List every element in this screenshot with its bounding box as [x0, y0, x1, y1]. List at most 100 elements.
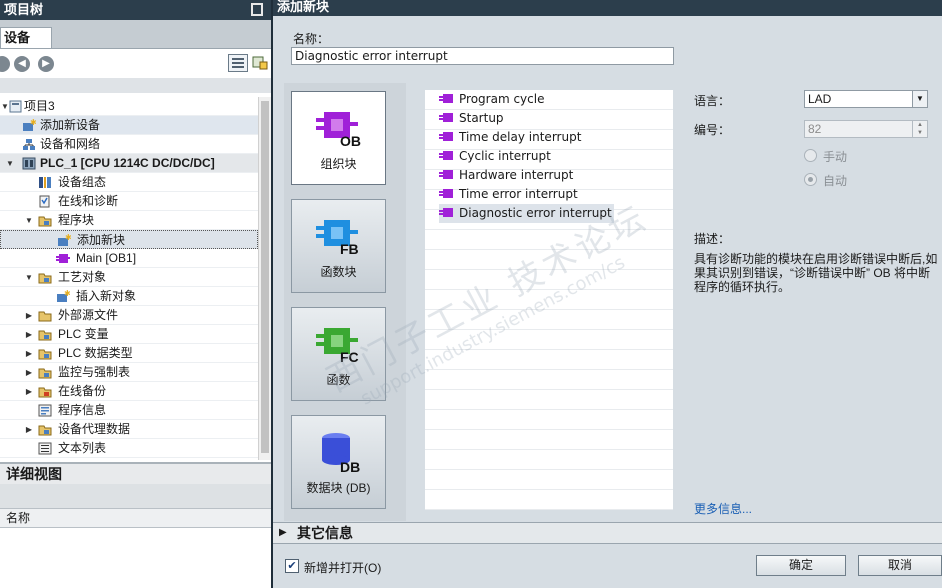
forward-icon[interactable]: ▶: [38, 56, 54, 72]
tree-item-label: 程序信息: [58, 403, 107, 417]
dialog-title: 添加新块: [273, 0, 942, 16]
list-view-icon[interactable]: [228, 54, 248, 72]
pin-icon[interactable]: [251, 3, 263, 16]
tree-item-online-diagnostics[interactable]: 在线和诊断: [0, 192, 258, 211]
folder-icon: [38, 273, 52, 284]
expand-arrow-icon[interactable]: ▶: [279, 523, 287, 543]
tree-scrollbar-thumb[interactable]: [261, 101, 269, 453]
cancel-button[interactable]: 取消: [858, 555, 942, 576]
block-type-db-button[interactable]: DB 数据块 (DB): [291, 415, 386, 509]
ok-button[interactable]: 确定: [756, 555, 846, 576]
more-info-link[interactable]: 更多信息...: [694, 500, 752, 517]
ob-block-icon: [439, 113, 453, 122]
tree-item-device-proxy-data[interactable]: ▶ 设备代理数据: [0, 420, 258, 439]
tree-item-insert-new-object[interactable]: ✱ 插入新对象: [0, 287, 258, 306]
tree-item-technology-objects[interactable]: ▼ 工艺对象: [0, 268, 258, 287]
name-label: 名称：: [293, 32, 330, 46]
ob-item-hardware-interrupt[interactable]: Hardware interrupt: [439, 166, 573, 185]
block-type-fb-button[interactable]: FB 函数块: [291, 199, 386, 293]
tree-tool-icon[interactable]: [0, 56, 10, 72]
language-select[interactable]: LAD ▼: [804, 90, 928, 108]
tree-item-text-lists[interactable]: 文本列表: [0, 439, 258, 458]
tree-item-plc-data-types[interactable]: ▶ PLC 数据类型: [0, 344, 258, 363]
tree-item-add-new-block[interactable]: ✱ 添加新块: [0, 230, 258, 249]
tree-item-label: 项目3: [24, 99, 55, 113]
block-type-fc-button[interactable]: FC 函数: [291, 307, 386, 401]
tree-item-plc-tags[interactable]: ▶ PLC 变量: [0, 325, 258, 344]
tree-item-external-sources[interactable]: ▶ 外部源文件: [0, 306, 258, 325]
expand-arrow-icon[interactable]: ▶: [24, 420, 34, 439]
expand-arrow-icon[interactable]: ▶: [24, 325, 34, 344]
manual-label: 手动: [823, 150, 848, 164]
add-new-block-dialog: 添加新块 名称： Diagnostic error interrupt OB 组…: [271, 0, 942, 588]
tree-item-add-device[interactable]: ✱ 添加新设备: [0, 116, 258, 135]
folder-icon: [38, 311, 52, 322]
svg-text:✱: ✱: [64, 290, 70, 298]
svg-text:✱: ✱: [30, 119, 36, 127]
block-type-ob-button[interactable]: OB 组织块: [291, 91, 386, 185]
chevron-down-icon[interactable]: ▼: [912, 91, 927, 107]
expand-arrow-icon[interactable]: ▶: [24, 363, 34, 382]
svg-text:DB: DB: [340, 459, 360, 474]
ob-item-diagnostic-error-interrupt[interactable]: Diagnostic error interrupt: [439, 204, 614, 223]
overview-icon[interactable]: [252, 55, 268, 71]
other-info-section[interactable]: ▶ 其它信息: [273, 522, 942, 544]
collapse-arrow-icon[interactable]: ▼: [5, 154, 15, 173]
description-text: 具有诊断功能的模块在启用诊断错误中断后,如果其识别到错误，“诊断错误中断” OB…: [694, 252, 938, 294]
ob-item-cyclic-interrupt[interactable]: Cyclic interrupt: [439, 147, 551, 166]
details-column-name[interactable]: 名称: [0, 508, 271, 528]
back-icon[interactable]: ◀: [14, 56, 30, 72]
tree-item-label: 工艺对象: [58, 270, 107, 284]
fb-block-icon: FB: [316, 220, 359, 257]
add-and-open-checkbox[interactable]: ✔: [285, 559, 299, 573]
number-spinner: ▲ ▼: [912, 121, 927, 137]
tree-toolbar: ◀ ▶: [0, 48, 271, 78]
ob-item-time-error-interrupt[interactable]: Time error interrupt: [439, 185, 578, 204]
tree-item-online-backups[interactable]: ▶ 在线备份: [0, 382, 258, 401]
tree-item-label: PLC 数据类型: [58, 346, 133, 360]
ob-item-time-delay-interrupt[interactable]: Time delay interrupt: [439, 128, 581, 147]
tree-item-label: 文本列表: [58, 441, 107, 455]
fc-block-icon: FC: [316, 328, 359, 365]
details-body: [0, 528, 271, 588]
collapse-arrow-icon[interactable]: ▼: [24, 268, 34, 287]
ob-item-startup[interactable]: Startup: [439, 109, 504, 128]
tab-devices[interactable]: 设备: [0, 27, 52, 48]
folder-icon: [38, 387, 52, 398]
expand-arrow-icon[interactable]: ▶: [24, 382, 34, 401]
tree-item-label: 监控与强制表: [58, 365, 131, 379]
ob-block-icon: OB: [316, 112, 361, 149]
ob-item-label: Hardware interrupt: [459, 168, 574, 182]
tree-item-plc[interactable]: ▼ PLC_1 [CPU 1214C DC/DC/DC]: [0, 154, 258, 173]
expand-arrow-icon[interactable]: ▶: [24, 344, 34, 363]
folder-icon: [38, 349, 52, 360]
ob-item-label: Cyclic interrupt: [459, 149, 551, 163]
tree-item-project[interactable]: ▼ 项目3: [0, 97, 258, 116]
tree-item-device-config[interactable]: 设备组态: [0, 173, 258, 192]
tree-item-watch-force-tables[interactable]: ▶ 监控与强制表: [0, 363, 258, 382]
folder-icon: [38, 425, 52, 436]
ob-item-program-cycle[interactable]: Program cycle: [439, 90, 544, 109]
tree-item-label: PLC 变量: [58, 327, 109, 341]
details-view-title[interactable]: 详细视图: [0, 462, 271, 484]
block-name-input[interactable]: Diagnostic error interrupt: [291, 47, 674, 65]
svg-text:FC: FC: [340, 349, 359, 365]
ob-block-icon: [439, 94, 453, 103]
tree-item-devices-networks[interactable]: 设备和网络: [0, 135, 258, 154]
description-label: 描述：: [694, 232, 731, 246]
tree-scrollbar[interactable]: [258, 97, 271, 460]
ob-block-icon: [439, 170, 453, 179]
text-list-icon: [38, 442, 52, 455]
tree-item-program-info[interactable]: 程序信息: [0, 401, 258, 420]
tree-item-label: 外部源文件: [58, 308, 119, 322]
tree-item-program-blocks[interactable]: ▼ 程序块: [0, 211, 258, 230]
block-type-fb-label: 函数块: [320, 265, 357, 279]
block-number-input: 82 ▲ ▼: [804, 120, 928, 138]
svg-text:FB: FB: [340, 241, 359, 257]
auto-radio: [804, 173, 817, 186]
language-value: LAD: [808, 92, 832, 106]
expand-arrow-icon[interactable]: ▶: [24, 306, 34, 325]
details-toolbar: [0, 484, 271, 508]
tree-item-main-ob1[interactable]: Main [OB1]: [0, 249, 258, 268]
collapse-arrow-icon[interactable]: ▼: [24, 211, 34, 230]
